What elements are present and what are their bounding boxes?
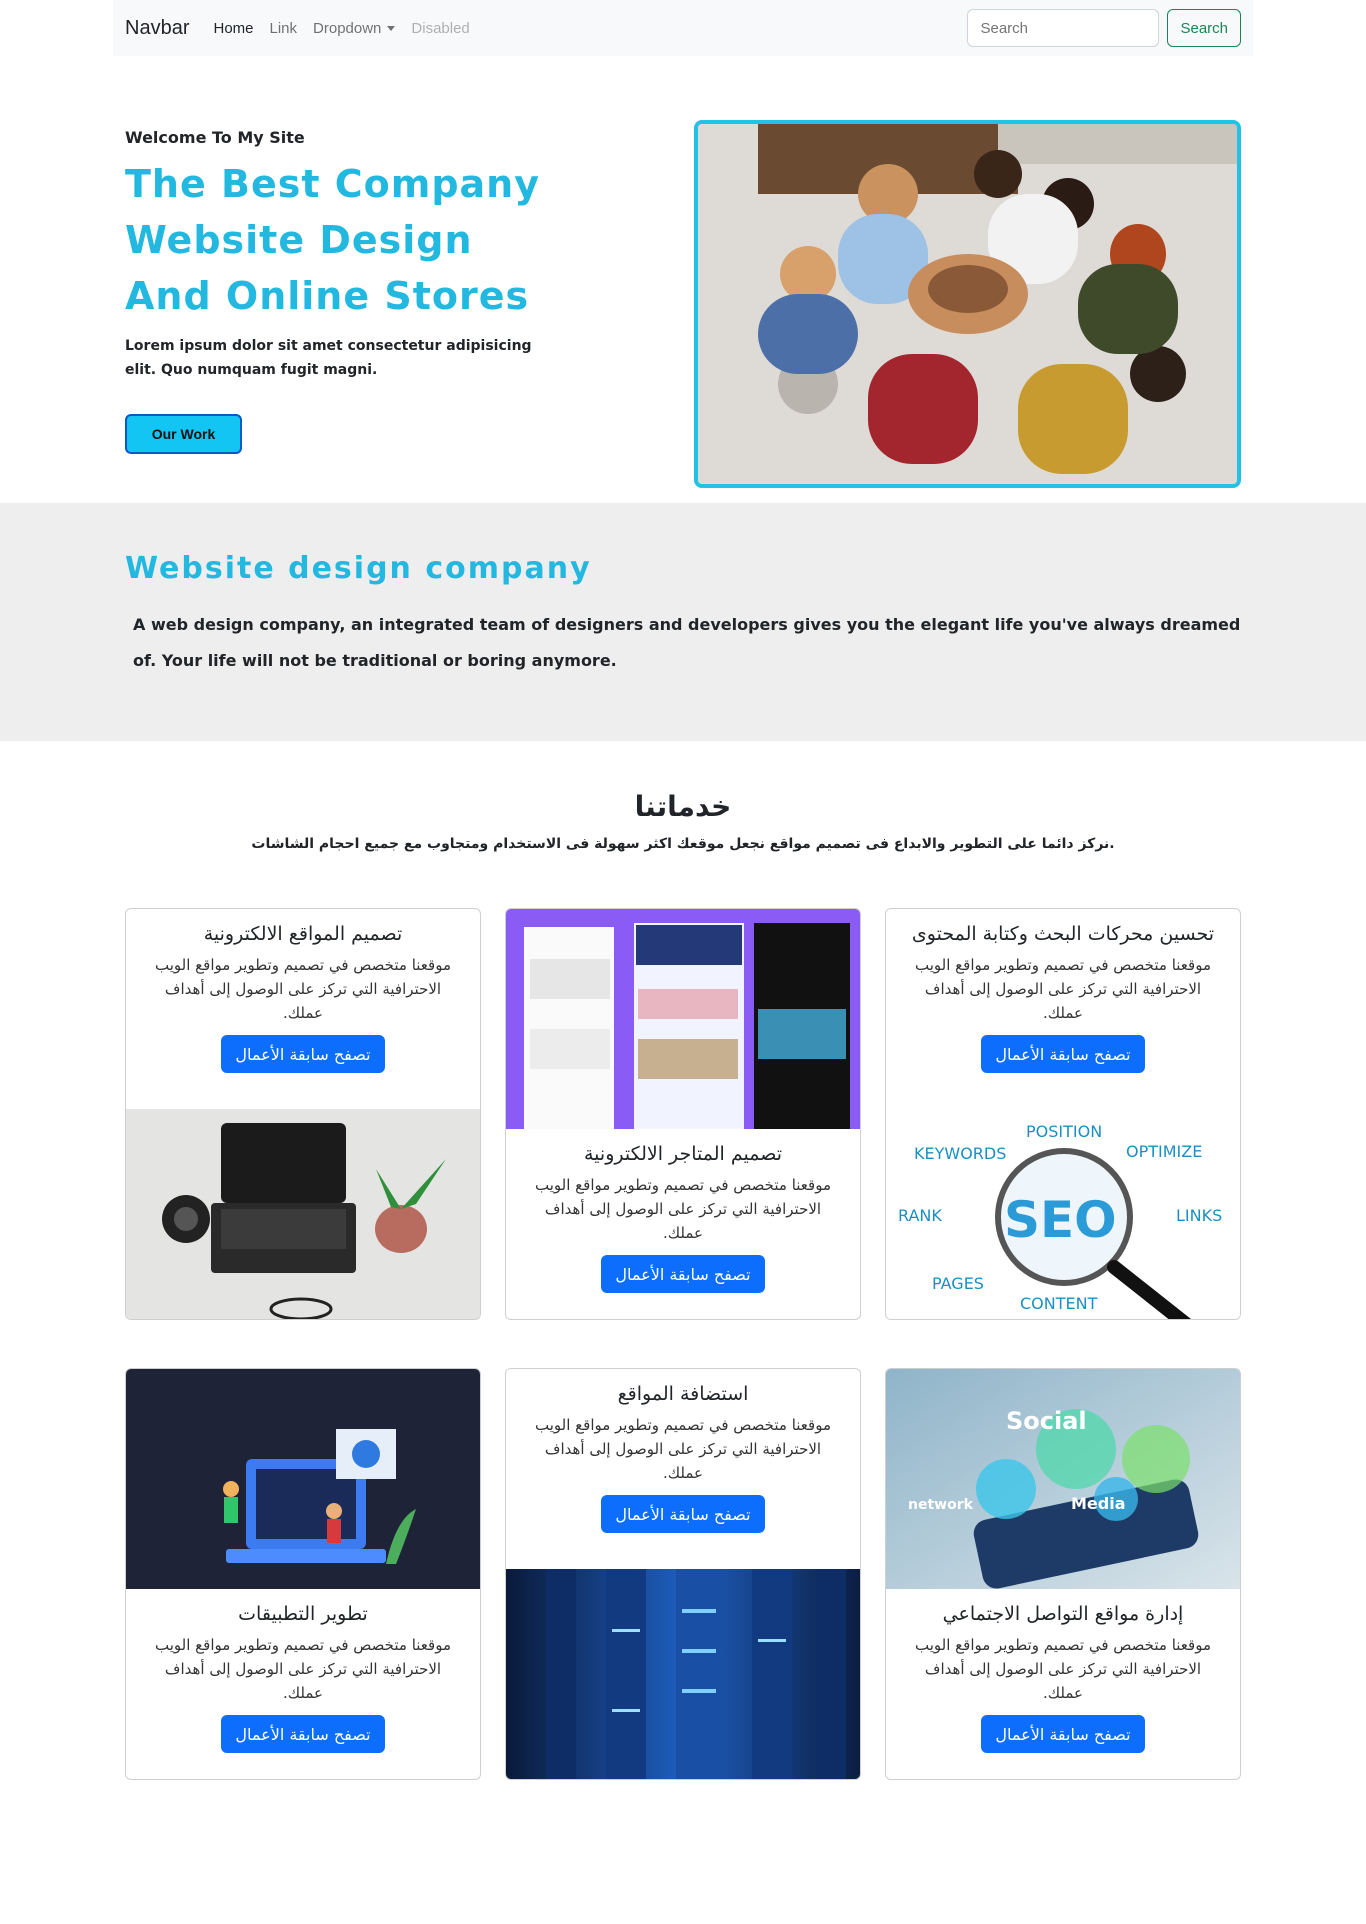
laptop-desk-image	[126, 1109, 480, 1319]
nav-link-link[interactable]: Link	[270, 20, 298, 37]
card-title: تحسين محركات البحث وكتابة المحتوى	[911, 923, 1215, 945]
social-word: Social	[1006, 1407, 1087, 1435]
browse-works-button[interactable]: تصفح سابقة الأعمال	[601, 1255, 765, 1293]
seo-word: OPTIMIZE	[1126, 1142, 1202, 1161]
card-text: موقعنا متخصص في تصميم وتطوير مواقع الويب…	[915, 1636, 1211, 1702]
navbar: Navbar Home Link Dropdown Disabled Searc…	[113, 0, 1253, 56]
card-title: تصميم المتاجر الالكترونية	[583, 1143, 782, 1165]
social-word: Media	[1071, 1494, 1126, 1513]
card-web-design: تصميم المواقع الالكترونية موقعنا متخصص ف…	[125, 908, 481, 1320]
search-form: Search	[967, 9, 1241, 47]
about-section: Website design company A web design comp…	[0, 503, 1366, 741]
card-body: تصميم المتاجر الالكترونية موقعنا متخصص ف…	[506, 1129, 860, 1319]
browse-works-button[interactable]: تصفح سابقة الأعمال	[221, 1035, 385, 1073]
nav-link-disabled: Disabled	[411, 19, 470, 37]
card-social-media: Social network Media إدارة مواقع التواصل…	[885, 1368, 1241, 1780]
social-word: network	[908, 1497, 974, 1513]
card-app-development: تطوير التطبيقات موقعنا متخصص في تصميم وت…	[125, 1368, 481, 1780]
seo-word: SEO	[1004, 1191, 1117, 1249]
browse-works-button[interactable]: تصفح سابقة الأعمال	[601, 1495, 765, 1533]
our-work-button[interactable]: Our Work	[125, 414, 242, 454]
nav-link-home[interactable]: Home	[213, 20, 253, 37]
hero-text: Lorem ipsum dolor sit amet consectetur a…	[125, 338, 532, 378]
seo-magnifier-image: POSITION KEYWORDS OPTIMIZE RANK LINKS PA…	[886, 1109, 1240, 1319]
nav-dropdown[interactable]: Dropdown	[313, 19, 396, 37]
seo-word: PAGES	[932, 1274, 984, 1293]
search-input[interactable]	[967, 9, 1160, 47]
card-body: تحسين محركات البحث وكتابة المحتوى موقعنا…	[886, 909, 1240, 1109]
card-title: إدارة مواقع التواصل الاجتماعي	[942, 1603, 1184, 1625]
team-hands-image	[694, 120, 1241, 488]
seo-word: KEYWORDS	[914, 1144, 1006, 1163]
card-text: موقعنا متخصص في تصميم وتطوير مواقع الويب…	[915, 956, 1211, 1022]
card-title: تطوير التطبيقات	[238, 1603, 368, 1625]
browse-works-button[interactable]: تصفح سابقة الأعمال	[981, 1715, 1145, 1753]
card-title: تصميم المواقع الالكترونية	[203, 923, 403, 945]
seo-word: POSITION	[1026, 1122, 1102, 1141]
services-subtitle: .نركز دائما على التطوير والابداع فى تصمي…	[251, 836, 1115, 852]
app-development-illustration	[126, 1369, 480, 1589]
hero-welcome: Welcome To My Site	[125, 128, 305, 147]
card-body: إدارة مواقع التواصل الاجتماعي موقعنا متخ…	[886, 1589, 1240, 1779]
browse-works-button[interactable]: تصفح سابقة الأعمال	[981, 1035, 1145, 1073]
hero-title-line: And Online Stores	[125, 274, 530, 318]
search-button[interactable]: Search	[1167, 9, 1241, 47]
card-hosting: استضافة المواقع موقعنا متخصص في تصميم وت…	[505, 1368, 861, 1780]
card-title: استضافة المواقع	[617, 1383, 749, 1405]
card-seo: تحسين محركات البحث وكتابة المحتوى موقعنا…	[885, 908, 1241, 1320]
card-text: موقعنا متخصص في تصميم وتطوير مواقع الويب…	[535, 1416, 831, 1482]
about-title: Website design company	[125, 551, 592, 586]
chevron-down-icon	[387, 26, 396, 32]
server-racks-image	[506, 1569, 860, 1779]
about-text: A web design company, an integrated team…	[133, 615, 1241, 670]
nav-links: Home Link Dropdown Disabled	[213, 20, 469, 37]
seo-word: CONTENT	[1020, 1294, 1098, 1313]
card-text: موقعنا متخصص في تصميم وتطوير مواقع الويب…	[535, 1176, 831, 1242]
hero-title-line: The Best Company	[125, 162, 540, 206]
seo-word: LINKS	[1176, 1206, 1222, 1225]
hero-title-line: Website Design	[125, 218, 473, 262]
nav-dropdown-label: Dropdown	[313, 19, 382, 37]
ecommerce-screens-image	[506, 909, 860, 1129]
card-body: تطوير التطبيقات موقعنا متخصص في تصميم وت…	[126, 1589, 480, 1779]
seo-word: RANK	[898, 1206, 942, 1225]
card-online-stores: تصميم المتاجر الالكترونية موقعنا متخصص ف…	[505, 908, 861, 1320]
card-text: موقعنا متخصص في تصميم وتطوير مواقع الويب…	[155, 1636, 451, 1702]
card-body: استضافة المواقع موقعنا متخصص في تصميم وت…	[506, 1369, 860, 1569]
hero-title: The Best Company Website Design And Onli…	[125, 156, 645, 324]
card-body: تصميم المواقع الالكترونية موقعنا متخصص ف…	[126, 909, 480, 1109]
social-media-image: Social network Media	[886, 1369, 1240, 1589]
card-text: موقعنا متخصص في تصميم وتطوير مواقع الويب…	[155, 956, 451, 1022]
navbar-brand[interactable]: Navbar	[125, 17, 189, 40]
services-title: خدماتنا	[634, 790, 732, 823]
browse-works-button[interactable]: تصفح سابقة الأعمال	[221, 1715, 385, 1753]
